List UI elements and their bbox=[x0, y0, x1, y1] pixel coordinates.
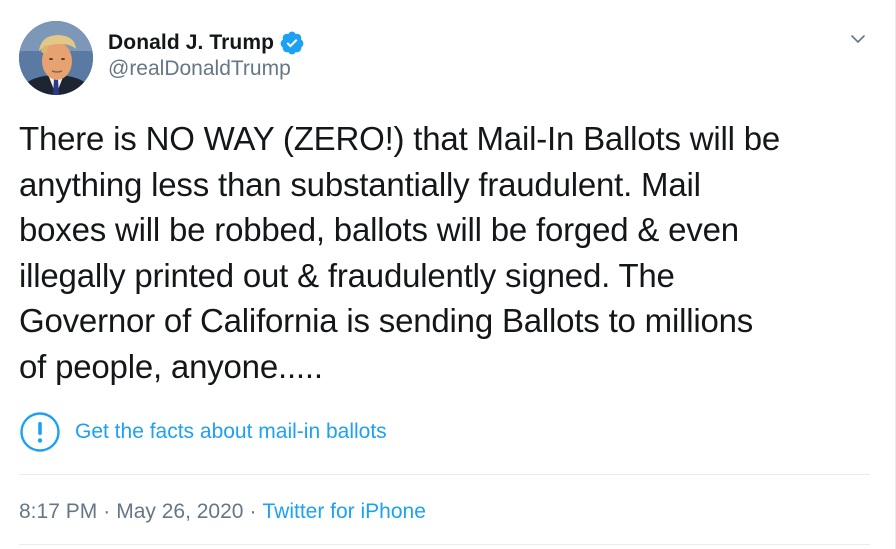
chevron-down-icon[interactable] bbox=[846, 27, 870, 51]
author-display-name[interactable]: Donald J. Trump bbox=[108, 31, 274, 55]
tweet-time[interactable]: 8:17 PM bbox=[19, 500, 97, 524]
tweet-card: Donald J. Trump @realDonaldTrump There i… bbox=[0, 0, 896, 549]
meta-separator: · bbox=[249, 500, 257, 523]
tweet-text: There is NO WAY (ZERO!) that Mail-In Bal… bbox=[19, 120, 781, 385]
avatar[interactable] bbox=[19, 21, 93, 95]
tweet-date[interactable]: May 26, 2020 bbox=[116, 500, 243, 524]
verified-badge-icon bbox=[280, 31, 304, 55]
facts-notice-label[interactable]: Get the facts about mail-in ballots bbox=[75, 420, 387, 444]
facts-notice-link[interactable]: Get the facts about mail-in ballots bbox=[19, 410, 387, 454]
divider bbox=[19, 544, 870, 545]
author-handle[interactable]: @realDonaldTrump bbox=[108, 57, 291, 81]
meta-separator: · bbox=[103, 500, 111, 523]
tweet-meta: 8:17 PM · May 26, 2020 · Twitter for iPh… bbox=[19, 500, 426, 524]
exclamation-circle-icon bbox=[20, 412, 60, 452]
tweet-source-link[interactable]: Twitter for iPhone bbox=[262, 500, 425, 524]
divider bbox=[19, 474, 870, 475]
author-name-row: Donald J. Trump bbox=[108, 29, 305, 57]
profile-photo-icon bbox=[19, 21, 93, 95]
